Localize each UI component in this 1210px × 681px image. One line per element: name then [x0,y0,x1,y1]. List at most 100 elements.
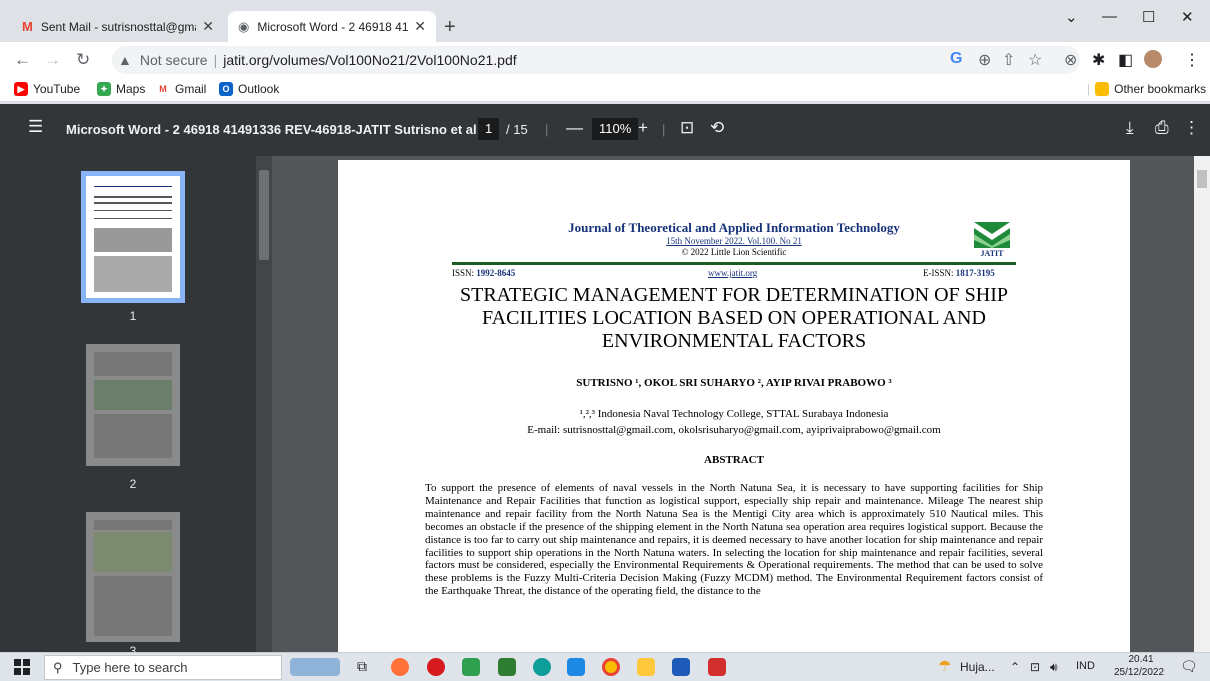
bookmark-youtube[interactable]: ▶ YouTube [14,82,80,96]
abstract-heading: ABSTRACT [704,454,764,466]
weather-icon[interactable]: ☂ [938,657,951,675]
page-count: / 15 [506,122,528,137]
volume-icon[interactable]: 🔊︎ [1050,660,1058,675]
pdf-title: Microsoft Word - 2 46918 41491336 REV-46… [66,122,477,137]
new-tab-button[interactable]: + [444,16,456,39]
page-number-input[interactable]: 1 [478,118,500,140]
zoom-level-input[interactable]: 110% [592,118,639,140]
thumbnail-label: 3 [129,644,137,652]
warning-icon[interactable]: ▲ [118,52,132,68]
bookmark-label: Other bookmarks [1114,82,1207,96]
outlook-icon: O [219,82,233,96]
clock-date[interactable]: 25/12/2022 [1108,667,1170,678]
tab-strip: M Sent Mail - sutrisnosttal@gmail.com ✕ … [0,0,1210,42]
zoom-in-button[interactable]: + [638,118,648,138]
acrobat-icon[interactable] [708,658,726,676]
tab-gmail[interactable]: M Sent Mail - sutrisnosttal@gmail.com ✕ [12,11,224,42]
search-icon: ⚲ [53,659,63,675]
puzzle-icon[interactable]: ✱ [1092,50,1105,70]
divider: | [545,122,549,137]
task-view-icon[interactable]: ⧉ [357,658,375,676]
tab-title: Microsoft Word - 2 46918 41491336 [257,19,409,34]
bookmark-label: Outlook [238,82,280,96]
address-bar[interactable]: ▲ Not secure | jatit.org/volumes/Vol100N… [112,46,1080,74]
minimize-button[interactable]: — [1102,8,1117,25]
thumbnail-page-3[interactable] [86,512,180,642]
viewer-scrollbar[interactable] [1194,156,1210,652]
back-button[interactable]: ← [14,50,31,70]
zoom-icon[interactable]: ⊕ [978,50,991,70]
authors: SUTRISNO ¹, OKOL SRI SUHARYO ², AYIP RIV… [576,377,892,389]
chevron-up-icon[interactable]: ⌃ [1010,660,1020,674]
header-rule [452,262,1016,265]
gmail-icon: M [22,19,33,34]
sidepanel-icon[interactable]: ◧ [1118,50,1133,70]
divider: | [1087,82,1091,96]
zoom-out-button[interactable]: — [566,118,583,138]
search-placeholder: Type here to search [72,660,188,675]
forward-button[interactable]: → [44,50,61,70]
issn: ISSN: 1992-8645 [452,268,516,278]
author-emails: E-mail: sutrisnosttal@gmail.com, okolsri… [527,424,941,436]
language-indicator[interactable]: IND [1076,660,1095,672]
windows-start-icon[interactable] [14,659,30,675]
paper-title: STRATEGIC MANAGEMENT FOR DETERMINATION O… [460,284,1008,352]
notification-icon[interactable]: 🗨︎ [1180,658,1198,675]
app-icon[interactable] [462,658,480,676]
reload-button[interactable]: ↻ [76,50,90,70]
edge-icon[interactable] [533,658,551,676]
file-explorer-icon[interactable] [637,658,655,676]
store-icon[interactable] [567,658,585,676]
star-icon[interactable]: ☆ [1028,50,1042,70]
close-window-button[interactable]: ✕ [1181,8,1194,26]
word-icon[interactable] [672,658,690,676]
firefox-icon[interactable] [391,658,409,676]
thumbnail-label: 2 [129,477,137,491]
thumbnail-page-1[interactable] [81,171,185,303]
google-icon[interactable]: G [950,50,962,68]
thumbnail-label: 1 [129,309,137,323]
chrome-icon[interactable] [602,658,620,676]
print-icon[interactable]: ⎙ [1155,118,1169,138]
chevron-down-icon[interactable]: ⌄ [1065,8,1078,26]
hamburger-menu-icon[interactable]: ☰ [28,117,43,137]
pdf-page: Journal of Theoretical and Applied Infor… [338,160,1130,652]
other-bookmarks[interactable]: | Other bookmarks [1087,82,1206,96]
rotate-icon[interactable]: ⟲ [710,118,724,138]
extension-globe-icon[interactable]: ⊗ [1064,50,1077,70]
maximize-button[interactable]: ☐ [1142,8,1155,26]
network-icon[interactable]: ⊡ [1030,660,1040,674]
more-options-icon[interactable]: ⋮ [1183,118,1200,138]
website-link[interactable]: www.jatit.org [708,268,757,278]
bookmark-outlook[interactable]: O Outlook [219,82,279,96]
bookmark-label: Gmail [175,82,207,96]
menu-icon[interactable]: ⋮ [1184,50,1200,70]
avatar[interactable] [1144,50,1162,73]
divider: | [662,122,666,137]
folder-icon [1095,82,1110,96]
abstract-text: To support the presence of elements of n… [425,482,1043,598]
divider: | [213,52,218,68]
browser-toolbar: ← → ↻ ▲ Not secure | jatit.org/volumes/V… [0,42,1210,78]
app-icon[interactable] [498,658,516,676]
weather-text[interactable]: Huja... [960,660,995,674]
bookmark-maps[interactable]: ✦ Maps [97,82,145,96]
bookmark-label: Maps [116,82,146,96]
share-icon[interactable]: ⇧ [1002,50,1015,70]
security-status: Not secure [139,52,208,68]
sidebar-scroll-thumb[interactable] [259,170,269,260]
opera-icon[interactable] [427,658,445,676]
gmail-icon: M [156,82,170,96]
thumbnail-page-2[interactable] [86,344,180,466]
close-icon[interactable]: ✕ [414,18,426,35]
taskbar-search-input[interactable]: ⚲ Type here to search [44,655,282,680]
clock-time[interactable]: 20.41 [1116,654,1166,665]
tab-pdf[interactable]: ◉ Microsoft Word - 2 46918 41491336 ✕ [228,11,436,42]
jatit-logo: JATIT [972,220,1012,258]
download-icon[interactable]: ⤓ [1126,118,1134,138]
close-icon[interactable]: ✕ [202,18,214,35]
bookmark-gmail[interactable]: M Gmail [156,82,206,96]
news-widget-icon[interactable] [290,658,340,676]
viewer-scroll-thumb[interactable] [1197,170,1207,188]
fit-page-icon[interactable]: ⊡ [680,118,694,138]
